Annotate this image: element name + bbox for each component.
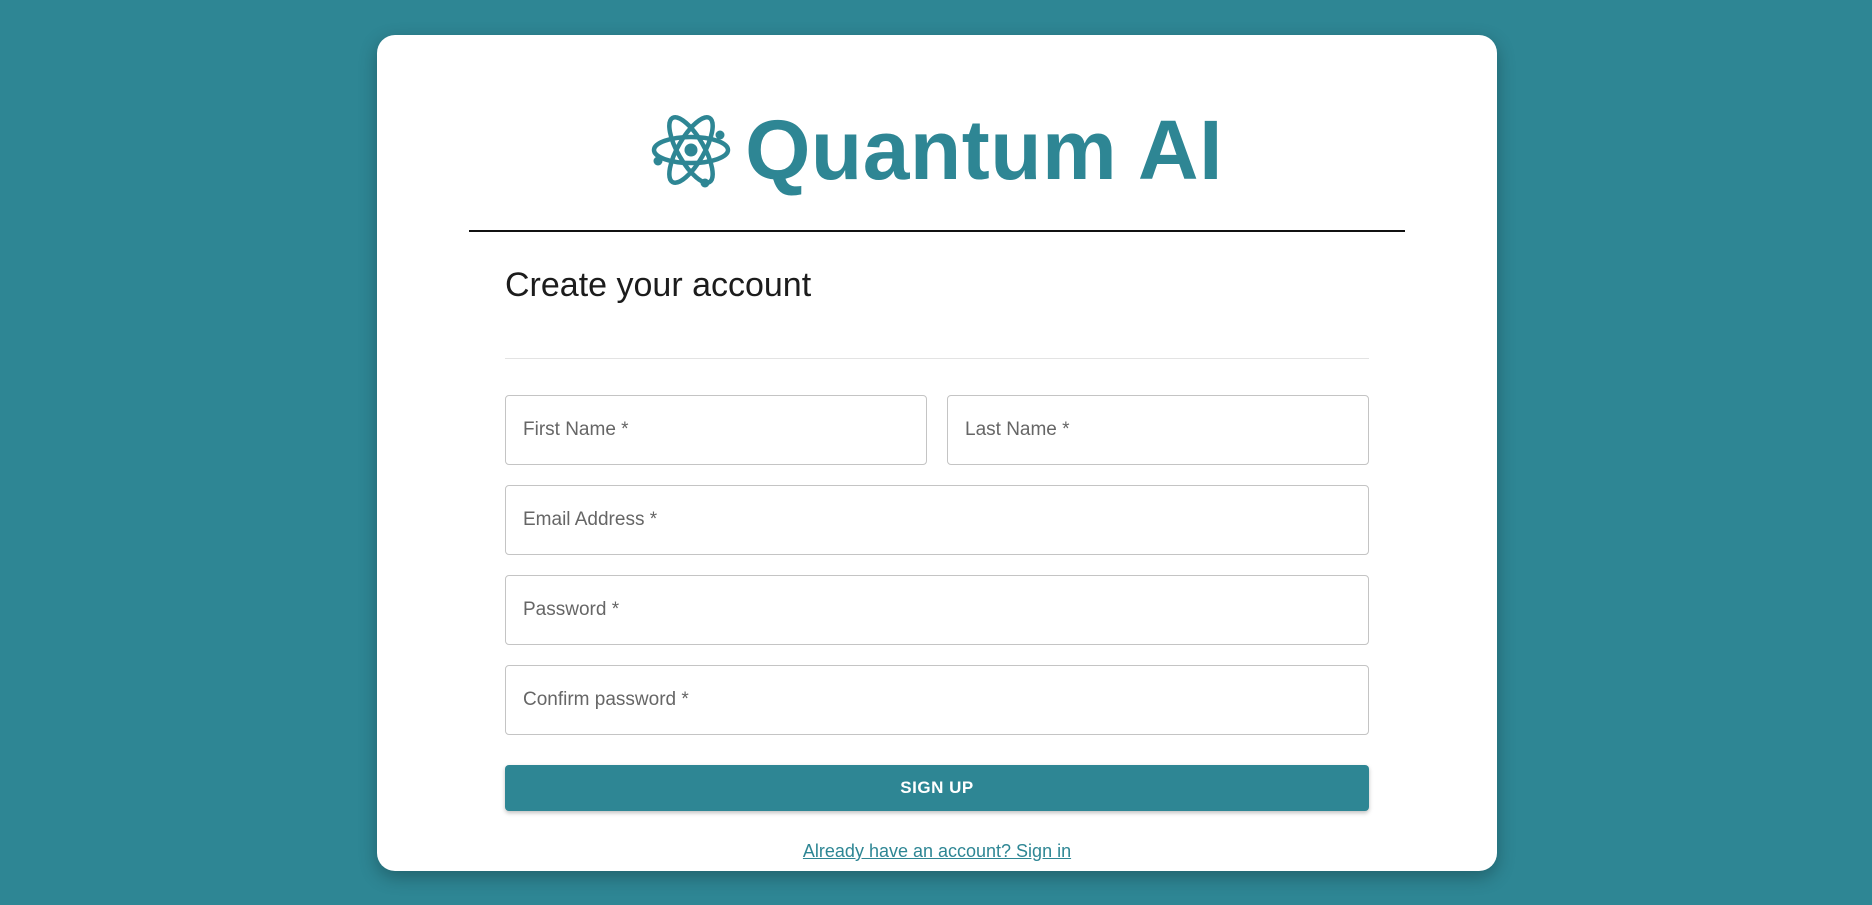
atom-icon (651, 115, 731, 188)
title-divider (505, 358, 1369, 359)
email-field (505, 485, 1369, 555)
first-name-input[interactable] (506, 396, 926, 464)
sign-up-button[interactable]: SIGN UP (505, 765, 1369, 811)
confirm-password-field (505, 665, 1369, 735)
password-field (505, 575, 1369, 645)
signup-card: Quantum AI Create your account SIGN UP A… (377, 35, 1497, 871)
last-name-input[interactable] (948, 396, 1368, 464)
first-name-field (505, 395, 927, 465)
confirm-password-input[interactable] (506, 666, 1368, 734)
brand-name: Quantum AI (745, 103, 1223, 197)
brand-header: Quantum AI (377, 99, 1497, 201)
header-divider (469, 230, 1405, 232)
email-input[interactable] (506, 486, 1368, 554)
sign-in-link[interactable]: Already have an account? Sign in (505, 841, 1369, 862)
password-input[interactable] (506, 576, 1368, 644)
last-name-field (947, 395, 1369, 465)
signup-form: Create your account SIGN UP Already have… (505, 265, 1369, 861)
page-title: Create your account (505, 266, 812, 304)
